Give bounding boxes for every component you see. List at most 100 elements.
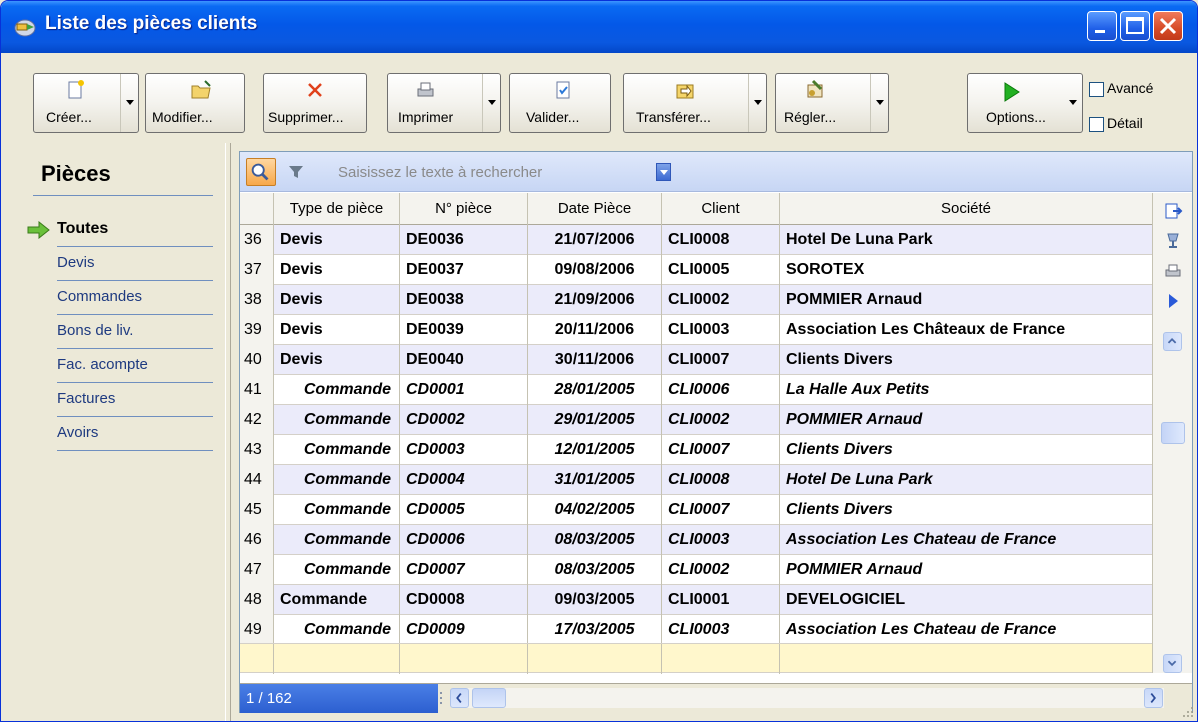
sidebar-item-credit-notes[interactable]: Avoirs	[57, 417, 213, 451]
sidebar-item-deposit-invoices[interactable]: Fac. acompte	[57, 349, 213, 383]
toolbar: Créer... Modifier... Supprimer... Imprim…	[1, 53, 1197, 143]
play-small-icon[interactable]	[1163, 291, 1183, 311]
grid-new-row[interactable]	[240, 643, 1152, 674]
table-row[interactable]: 42 Commande CD0002 29/01/2005 CLI0002 POMMIER…	[240, 405, 1152, 435]
minimize-button[interactable]	[1087, 11, 1117, 41]
advanced-label: Avancé	[1107, 80, 1154, 96]
transfer-button[interactable]: Transférer...	[623, 73, 767, 133]
number-cell: CD0001	[400, 375, 528, 405]
scroll-down-button[interactable]	[1163, 654, 1182, 673]
sidebar-item-orders[interactable]: Commandes	[57, 281, 213, 315]
column-header-date[interactable]: Date Pièce	[528, 193, 662, 225]
table-row[interactable]: 40 Devis DE0040 30/11/2006 CLI0007 Clients Di…	[240, 345, 1152, 375]
validate-label: Valider...	[526, 109, 580, 125]
company-cell: Association Les Chateau de France	[786, 531, 1057, 548]
options-dropdown-arrow[interactable]	[1064, 74, 1082, 132]
detail-checkbox[interactable]	[1089, 117, 1104, 132]
row-number-cell: 37	[240, 255, 274, 285]
number-cell: CD0002	[400, 405, 528, 435]
scroll-thumb[interactable]	[1161, 422, 1185, 444]
company-cell: POMMIER Arnaud	[786, 561, 923, 578]
scroll-left-button[interactable]	[450, 688, 469, 708]
client-cell: CLI0002	[662, 555, 780, 585]
settle-dropdown-arrow[interactable]	[870, 74, 888, 132]
search-button[interactable]	[246, 158, 276, 186]
date-cell: 17/03/2005	[528, 615, 662, 643]
row-number-cell: 40	[240, 345, 274, 375]
close-button[interactable]	[1153, 11, 1183, 41]
date-cell: 30/11/2006	[528, 345, 662, 375]
table-row[interactable]: 46 Commande CD0006 08/03/2005 CLI0003 Associa…	[240, 525, 1152, 555]
table-row[interactable]: 38 Devis DE0038 21/09/2006 CLI0002 POMMIER Ar…	[240, 285, 1152, 315]
options-button[interactable]: Options...	[967, 73, 1083, 133]
resize-grip-icon[interactable]	[1179, 703, 1195, 719]
column-header-company[interactable]: Société	[780, 193, 1152, 225]
advanced-checkbox[interactable]	[1089, 82, 1104, 97]
export-icon[interactable]	[1163, 201, 1183, 221]
vertical-scrollbar[interactable]	[1152, 332, 1192, 673]
title-bar[interactable]: Liste des pièces clients	[1, 1, 1197, 53]
create-dropdown-arrow[interactable]	[120, 74, 138, 132]
search-dropdown-button[interactable]	[656, 163, 671, 181]
table-row[interactable]: 43 Commande CD0003 12/01/2005 CLI0007 Clients…	[240, 435, 1152, 465]
create-button[interactable]: Créer...	[33, 73, 139, 133]
number-cell: CD0006	[400, 525, 528, 555]
date-cell: 09/03/2005	[528, 585, 662, 615]
table-row[interactable]: 37 Devis DE0037 09/08/2006 CLI0005 SOROTEX	[240, 255, 1152, 285]
sidebar-item-delivery-notes[interactable]: Bons de liv.	[57, 315, 213, 349]
table-row[interactable]: 44 Commande CD0004 31/01/2005 CLI0008 Hotel D…	[240, 465, 1152, 495]
type-cell: Commande	[274, 615, 400, 643]
sidebar-item-invoices[interactable]: Factures	[57, 383, 213, 417]
modify-button[interactable]: Modifier...	[145, 73, 245, 133]
table-row[interactable]: 36 Devis DE0036 21/07/2006 CLI0008 Hotel De L…	[240, 225, 1152, 255]
print-button[interactable]: Imprimer	[387, 73, 501, 133]
table-row[interactable]: 39 Devis DE0039 20/11/2006 CLI0003 Associatio…	[240, 315, 1152, 345]
splitter-grip-icon[interactable]	[438, 688, 444, 708]
maximize-button[interactable]	[1120, 11, 1150, 41]
validate-button[interactable]: Valider...	[509, 73, 611, 133]
chevron-right-icon	[1150, 692, 1156, 704]
company-cell: Clients Divers	[786, 441, 893, 458]
chevron-left-icon	[456, 692, 462, 704]
table-row[interactable]: 45 Commande CD0005 04/02/2005 CLI0007 Clients…	[240, 495, 1152, 525]
delete-button[interactable]: Supprimer...	[263, 73, 367, 133]
table-row[interactable]: 41 Commande CD0001 28/01/2005 CLI0006 La Hall…	[240, 375, 1152, 405]
sidebar-item-quotes[interactable]: Devis	[57, 247, 213, 281]
table-row[interactable]: 47 Commande CD0007 08/03/2005 CLI0002 POMMIER…	[240, 555, 1152, 585]
filter-icon[interactable]	[288, 164, 304, 180]
type-cell: Devis	[274, 315, 400, 345]
type-cell: Commande	[274, 585, 400, 615]
new-document-icon	[68, 80, 84, 99]
client-cell: CLI0002	[662, 405, 780, 435]
print-dropdown-arrow[interactable]	[482, 74, 500, 132]
type-cell: Devis	[274, 255, 400, 285]
column-header-client[interactable]: Client	[662, 193, 780, 225]
table-row[interactable]: 49 Commande CD0009 17/03/2005 CLI0003 Associa…	[240, 615, 1152, 643]
settle-button[interactable]: Régler...	[775, 73, 889, 133]
search-input[interactable]	[312, 160, 666, 184]
date-cell: 20/11/2006	[528, 315, 662, 345]
chalice-icon[interactable]	[1163, 231, 1183, 251]
column-header-type[interactable]: Type de pièce	[274, 193, 400, 225]
company-cell: Hotel De Luna Park	[786, 231, 933, 248]
detail-label: Détail	[1107, 115, 1143, 131]
maximize-icon	[1126, 17, 1144, 34]
print-small-icon[interactable]	[1163, 261, 1183, 281]
documents-grid-panel: Type de pièce N° pièce Date Pièce Client…	[239, 151, 1193, 713]
scroll-right-button[interactable]	[1144, 688, 1163, 708]
panel-splitter[interactable]	[225, 143, 231, 721]
sidebar-item-label: Commandes	[57, 288, 143, 305]
scroll-up-button[interactable]	[1163, 332, 1182, 351]
minimize-icon	[1095, 30, 1105, 33]
horizontal-scroll-track[interactable]	[452, 688, 1164, 708]
number-cell: DE0040	[400, 345, 528, 375]
date-cell: 29/01/2005	[528, 405, 662, 435]
horizontal-scroll-thumb[interactable]	[472, 688, 506, 708]
table-row[interactable]: 48 Commande CD0008 09/03/2005 CLI0001 DEVELOG…	[240, 585, 1152, 615]
column-header-number[interactable]: N° pièce	[400, 193, 528, 225]
new-row-cell	[662, 644, 780, 674]
type-cell: Devis	[274, 285, 400, 315]
transfer-dropdown-arrow[interactable]	[748, 74, 766, 132]
close-icon	[1159, 17, 1177, 35]
sidebar-item-all[interactable]: Toutes	[57, 213, 213, 247]
